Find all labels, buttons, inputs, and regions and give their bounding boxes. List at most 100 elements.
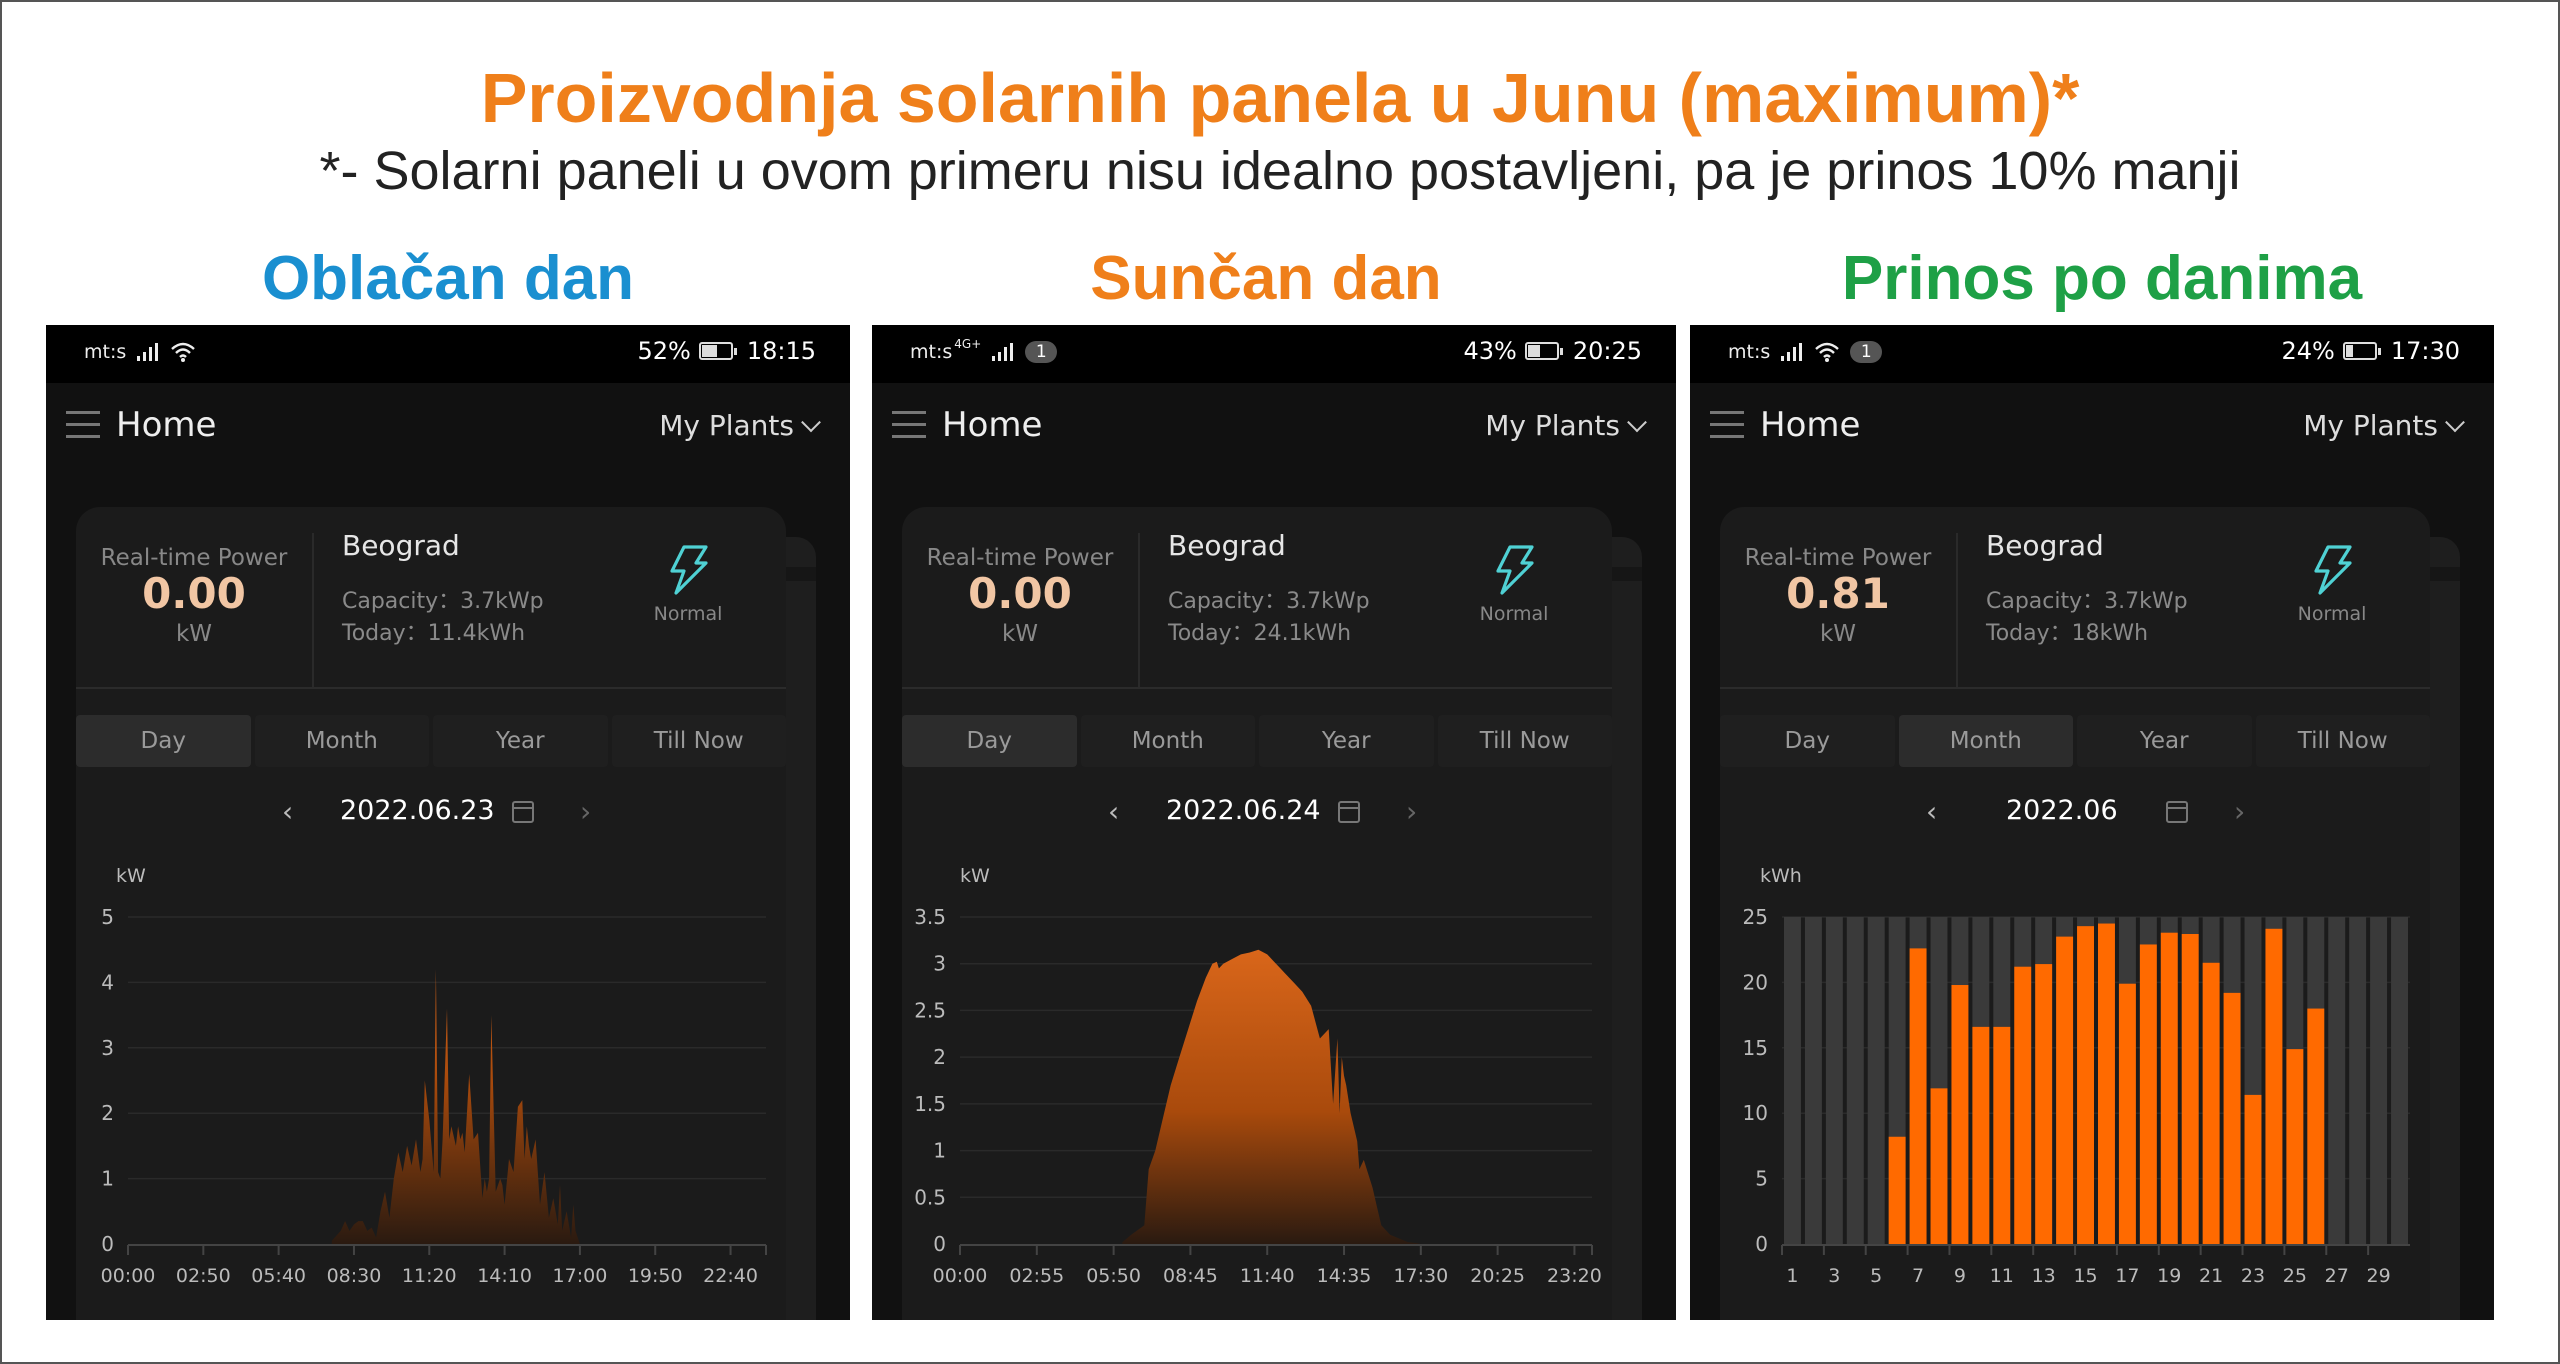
phone-screenshot-3: mt:s 1 24% 17:30 Home My Plants Real-tim… bbox=[1690, 325, 2494, 1320]
tab-month[interactable]: Month bbox=[1898, 715, 2073, 767]
my-plants-dropdown[interactable]: My Plants bbox=[659, 409, 821, 442]
y-tick-label: 0 bbox=[933, 1232, 946, 1256]
bar-day-22 bbox=[2223, 992, 2241, 1244]
x-tick-label: 19 bbox=[2157, 1265, 2181, 1287]
y-tick-label: 4 bbox=[101, 970, 114, 994]
bar-day-23 bbox=[2244, 1094, 2262, 1244]
tab-year[interactable]: Year bbox=[2077, 715, 2252, 767]
x-tick-label: 15 bbox=[2073, 1265, 2097, 1287]
selected-date: 2022.06.23 bbox=[340, 795, 495, 826]
clock-time: 18:15 bbox=[746, 337, 816, 365]
page-title: Proizvodnja solarnih panela u Junu (maxi… bbox=[480, 59, 2080, 137]
bar-day-8 bbox=[1930, 1088, 1948, 1244]
x-tick-label: 17:30 bbox=[1393, 1265, 1448, 1287]
tab-month[interactable]: Month bbox=[1080, 715, 1255, 767]
tab-till-now[interactable]: Till Now bbox=[2255, 715, 2430, 767]
battery-icon bbox=[2342, 342, 2381, 360]
chevron-right-icon[interactable]: › bbox=[580, 795, 591, 828]
chevron-right-icon[interactable]: › bbox=[2234, 795, 2245, 828]
my-plants-dropdown[interactable]: My Plants bbox=[2303, 409, 2465, 442]
bar-background bbox=[2328, 917, 2346, 1244]
bar-day-15 bbox=[2077, 926, 2094, 1244]
chevron-left-icon[interactable]: ‹ bbox=[1108, 795, 1119, 828]
divider bbox=[76, 687, 786, 689]
tab-day[interactable]: Day bbox=[76, 715, 251, 767]
plant-name[interactable]: Beograd bbox=[1986, 529, 2104, 562]
bar-background bbox=[1846, 917, 1864, 1244]
bar-background bbox=[2349, 917, 2367, 1244]
section-title-yield: Prinos po danima bbox=[1841, 244, 2363, 313]
x-tick-label: 29 bbox=[2367, 1265, 2391, 1287]
x-tick-label: 17 bbox=[2115, 1265, 2139, 1287]
calendar-icon[interactable] bbox=[512, 801, 534, 823]
chevron-left-icon[interactable]: ‹ bbox=[1926, 795, 1937, 828]
hamburger-icon[interactable] bbox=[66, 411, 100, 441]
bar-day-12 bbox=[2014, 966, 2032, 1244]
plant-name[interactable]: Beograd bbox=[1168, 529, 1286, 562]
bar-day-26 bbox=[2307, 1008, 2325, 1244]
app-title: Home bbox=[116, 405, 217, 445]
y-tick-label: 3.5 bbox=[914, 905, 946, 929]
plant-card: Real-time Power 0.81 kW Beograd Capacity… bbox=[1720, 507, 2430, 1320]
realtime-power-value: 0.00 bbox=[142, 569, 246, 618]
phone-screenshot-2: mt:s 4G+ 1 43% 20:25 Home My Plants Real… bbox=[872, 325, 1676, 1320]
x-tick-label: 13 bbox=[2032, 1265, 2056, 1287]
y-tick-label: 0 bbox=[1755, 1232, 1768, 1256]
tab-till-now[interactable]: Till Now bbox=[1437, 715, 1612, 767]
my-plants-dropdown[interactable]: My Plants bbox=[1485, 409, 1647, 442]
chevron-down-icon bbox=[1627, 412, 1647, 433]
realtime-power-unit: kW bbox=[175, 621, 213, 647]
tab-day[interactable]: Day bbox=[902, 715, 1077, 767]
hamburger-icon[interactable] bbox=[1710, 411, 1744, 441]
x-tick-label: 05:50 bbox=[1086, 1265, 1141, 1287]
date-navigator: ‹ 2022.06.24 › bbox=[902, 787, 1612, 837]
realtime-power-label: Real-time Power bbox=[100, 545, 288, 571]
power-area bbox=[331, 969, 611, 1244]
divider bbox=[312, 533, 314, 687]
selected-date: 2022.06 bbox=[2006, 795, 2118, 826]
plant-name[interactable]: Beograd bbox=[342, 529, 460, 562]
bar-day-9 bbox=[1951, 985, 1969, 1244]
app-bar: Home My Plants bbox=[46, 383, 850, 483]
status-bar: mt:s 4G+ 1 43% 20:25 bbox=[872, 325, 1676, 383]
my-plants-label: My Plants bbox=[659, 409, 794, 442]
production-chart: kW 0 1 2 3 4 5 00:00 02:50 05:40 08:30 11:20 14:10 17… bbox=[101, 865, 767, 1287]
notification-badge: 1 bbox=[1850, 341, 1883, 363]
lightning-icon bbox=[670, 545, 708, 595]
wifi-icon bbox=[171, 342, 196, 362]
x-tick-label: 5 bbox=[1870, 1265, 1882, 1287]
tab-year[interactable]: Year bbox=[433, 715, 608, 767]
tab-till-now[interactable]: Till Now bbox=[611, 715, 786, 767]
realtime-power-value: 0.00 bbox=[968, 569, 1072, 618]
bar-day-14 bbox=[2056, 936, 2074, 1244]
divider bbox=[1956, 533, 1958, 687]
x-tick-label: 25 bbox=[2283, 1265, 2307, 1287]
realtime-power: Real-time Power 0.81 kW bbox=[1720, 507, 1956, 687]
bar-day-20 bbox=[2181, 934, 2199, 1244]
x-tick-label: 22:40 bbox=[703, 1265, 758, 1287]
x-tick-label: 3 bbox=[1828, 1265, 1840, 1287]
y-tick-label: 10 bbox=[1743, 1101, 1768, 1125]
my-plants-label: My Plants bbox=[2303, 409, 2438, 442]
hamburger-icon[interactable] bbox=[892, 411, 926, 441]
realtime-power: Real-time Power 0.00 kW bbox=[902, 507, 1138, 687]
chevron-right-icon[interactable]: › bbox=[1406, 795, 1417, 828]
plant-today-yield: Today：11.4kWh bbox=[342, 621, 526, 646]
plant-capacity: Capacity：3.7kWp bbox=[342, 589, 544, 614]
bar-background bbox=[1825, 917, 1843, 1244]
section-title-cloudy: Oblačan dan bbox=[261, 244, 635, 313]
x-tick-label: 19:50 bbox=[628, 1265, 683, 1287]
calendar-icon[interactable] bbox=[2166, 801, 2188, 823]
power-area bbox=[1122, 949, 1443, 1244]
production-chart: kW 0 0.5 1 1.5 2 2.5 3 3.5 00:00 02:55 05:50 08:45 11… bbox=[914, 865, 1602, 1287]
x-tick-label: 08:30 bbox=[327, 1265, 382, 1287]
y-tick-label: 3 bbox=[933, 952, 946, 976]
y-tick-label: 5 bbox=[1755, 1167, 1768, 1191]
chevron-down-icon bbox=[801, 412, 821, 433]
tab-month[interactable]: Month bbox=[254, 715, 429, 767]
chevron-left-icon[interactable]: ‹ bbox=[282, 795, 293, 828]
y-tick-label: 0.5 bbox=[914, 1185, 946, 1209]
calendar-icon[interactable] bbox=[1338, 801, 1360, 823]
tab-day[interactable]: Day bbox=[1720, 715, 1895, 767]
tab-year[interactable]: Year bbox=[1259, 715, 1434, 767]
